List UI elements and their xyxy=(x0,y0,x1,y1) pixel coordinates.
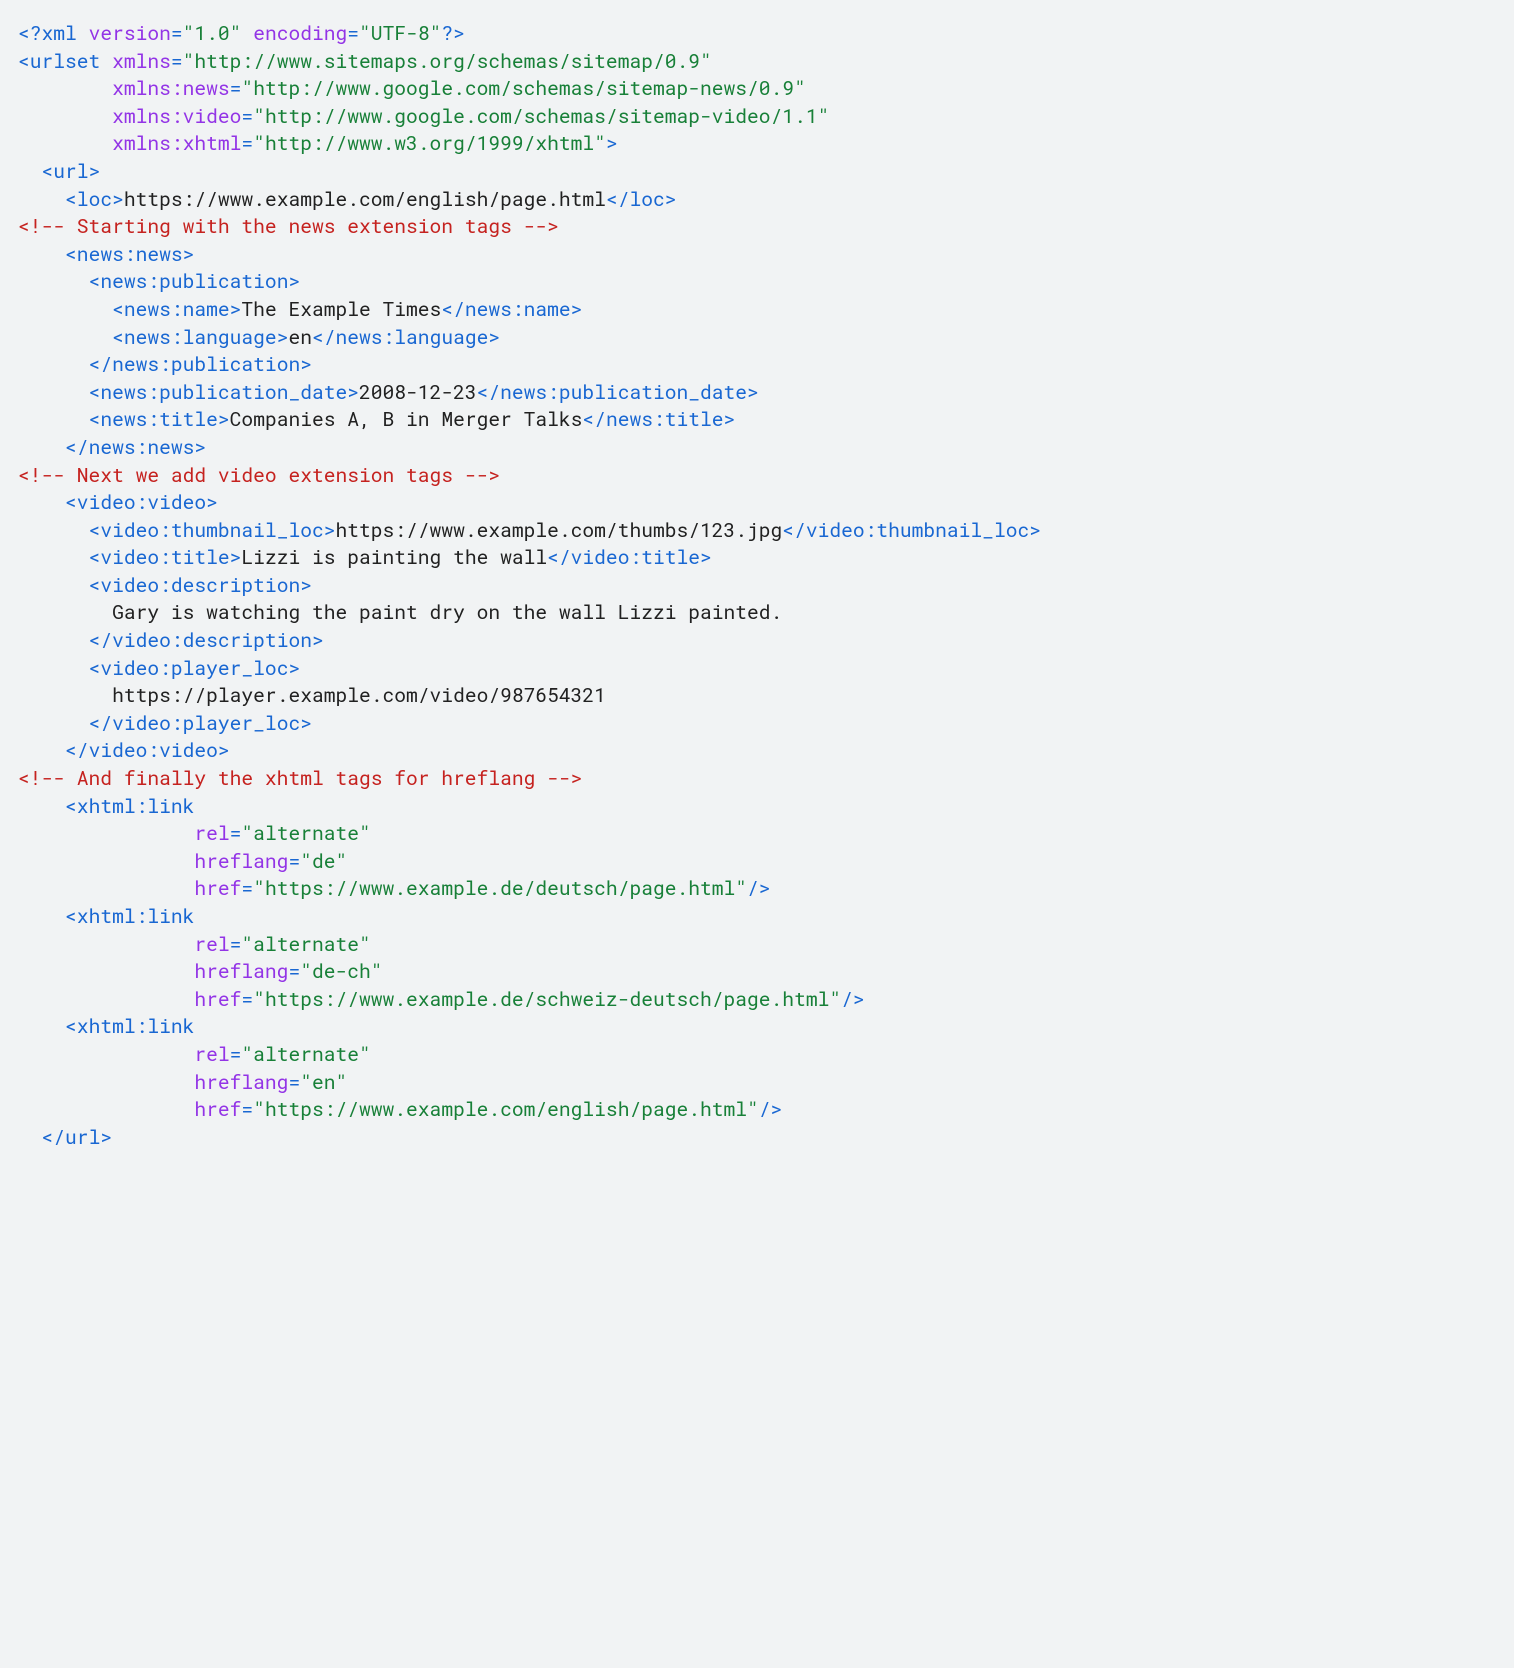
xml-code-block: <?xml version="1.0" encoding="UTF-8"?> <… xyxy=(18,20,1041,1150)
